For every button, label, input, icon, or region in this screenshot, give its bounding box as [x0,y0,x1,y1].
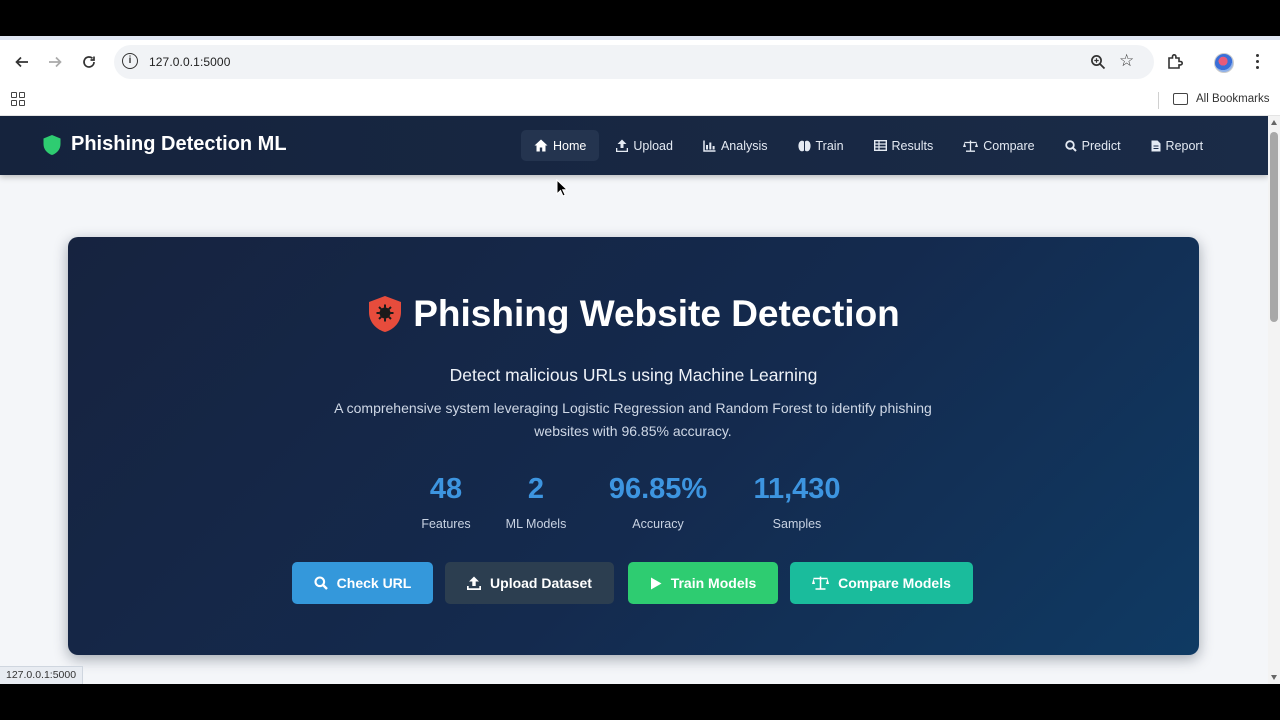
nav-results[interactable]: Results [861,130,947,161]
nav-home[interactable]: Home [521,130,600,161]
nav-analysis-label: Analysis [720,138,768,153]
all-bookmarks-link[interactable]: All Bookmarks [1196,93,1270,105]
browser-window: i 127.0.0.1:5000 ☆ All Bookmarks Phishin… [0,36,1280,684]
web-page: Phishing Detection ML Home Upload Analys… [0,116,1268,684]
train-models-button[interactable]: Train Models [628,562,778,604]
link-status-bubble: 127.0.0.1:5000 [0,666,84,684]
stat-label: Accuracy [632,517,684,531]
scroll-thumb[interactable] [1270,132,1278,322]
stat-label: ML Models [505,517,567,531]
search-icon [314,576,328,590]
nav-report[interactable]: Report [1138,130,1217,161]
stat-ml-models: 2 ML Models [496,473,576,531]
upload-dataset-button[interactable]: Upload Dataset [445,562,614,604]
compare-models-button[interactable]: Compare Models [790,562,973,604]
nav-compare-label: Compare [983,138,1035,153]
stat-value: 96.85% [608,473,708,505]
nav-predict-label: Predict [1081,138,1121,153]
home-icon [534,139,548,152]
chart-icon [703,140,716,152]
brand-name: Phishing Detection ML [71,133,287,155]
nav-train[interactable]: Train [785,130,857,161]
upload-icon [467,576,482,590]
table-icon [873,140,887,151]
stat-label: Features [421,517,471,531]
brain-icon [797,140,811,151]
nav-analysis[interactable]: Analysis [690,130,781,161]
nav-results-label: Results [891,138,934,153]
compare-models-label: Compare Models [838,575,951,591]
nav-upload-label: Upload [633,138,673,153]
document-icon [1151,140,1161,151]
stat-value: 11,430 [753,473,841,505]
search-icon [1064,139,1077,152]
scroll-up-icon[interactable] [1271,120,1277,125]
reload-icon [83,56,95,68]
scroll-down-icon[interactable] [1271,675,1277,680]
stat-features: 48 Features [408,473,484,531]
upload-icon [616,139,629,152]
url-text: 127.0.0.1:5000 [149,55,231,69]
forward-button[interactable] [43,50,67,74]
browser-toolbar: i 127.0.0.1:5000 ☆ [0,40,1280,84]
profile-avatar[interactable] [1214,53,1234,73]
browser-menu-icon[interactable] [1254,54,1260,72]
nav-predict[interactable]: Predict [1052,130,1134,161]
check-url-button[interactable]: Check URL [292,562,433,604]
nav-links: Home Upload Analysis Train Results Compa… [521,130,1220,161]
arrow-left-icon [15,56,28,68]
train-models-label: Train Models [670,575,757,591]
nav-train-label: Train [815,138,844,153]
check-url-label: Check URL [336,575,412,591]
nav-home-label: Home [553,138,587,153]
apps-grid-icon[interactable] [11,92,25,106]
back-button[interactable] [10,50,34,74]
bookmark-star-icon[interactable]: ☆ [1119,51,1134,71]
nav-report-label: Report [1165,138,1204,153]
site-info-icon[interactable]: i [122,53,138,69]
site-navbar: Phishing Detection ML Home Upload Analys… [0,116,1268,175]
brand-logo[interactable]: Phishing Detection ML [42,133,287,156]
hero-title: Phishing Website Detection [68,293,1199,335]
arrow-right-icon [49,56,62,68]
page-scrollbar[interactable] [1268,116,1280,684]
nav-upload[interactable]: Upload [603,130,686,161]
mouse-cursor-icon [556,179,568,197]
hero-section: Phishing Website Detection Detect malici… [68,237,1199,655]
reload-button[interactable] [77,50,101,74]
play-icon [650,577,662,589]
extensions-icon[interactable] [1166,53,1184,71]
scale-icon [963,140,979,152]
folder-icon[interactable] [1173,93,1188,105]
stat-samples: 11,430 Samples [740,473,854,531]
upload-dataset-label: Upload Dataset [490,575,592,591]
stat-accuracy: 96.85% Accuracy [594,473,722,531]
stat-value: 2 [527,473,545,505]
hero-subtitle: Detect malicious URLs using Machine Lear… [449,365,818,385]
address-bar[interactable]: i 127.0.0.1:5000 ☆ [114,45,1154,79]
stat-label: Samples [772,517,822,531]
stat-value: 48 [429,473,463,505]
bookmarks-bar: All Bookmarks [0,84,1280,116]
hero-description: A comprehensive system leveraging Logist… [334,400,932,439]
zoom-icon[interactable] [1090,54,1106,70]
divider [1158,92,1159,109]
virus-shield-icon [369,296,402,332]
hero-title-text: Phishing Website Detection [413,293,900,334]
nav-compare[interactable]: Compare [950,130,1047,161]
scale-icon [812,576,830,590]
shield-icon [43,134,61,155]
